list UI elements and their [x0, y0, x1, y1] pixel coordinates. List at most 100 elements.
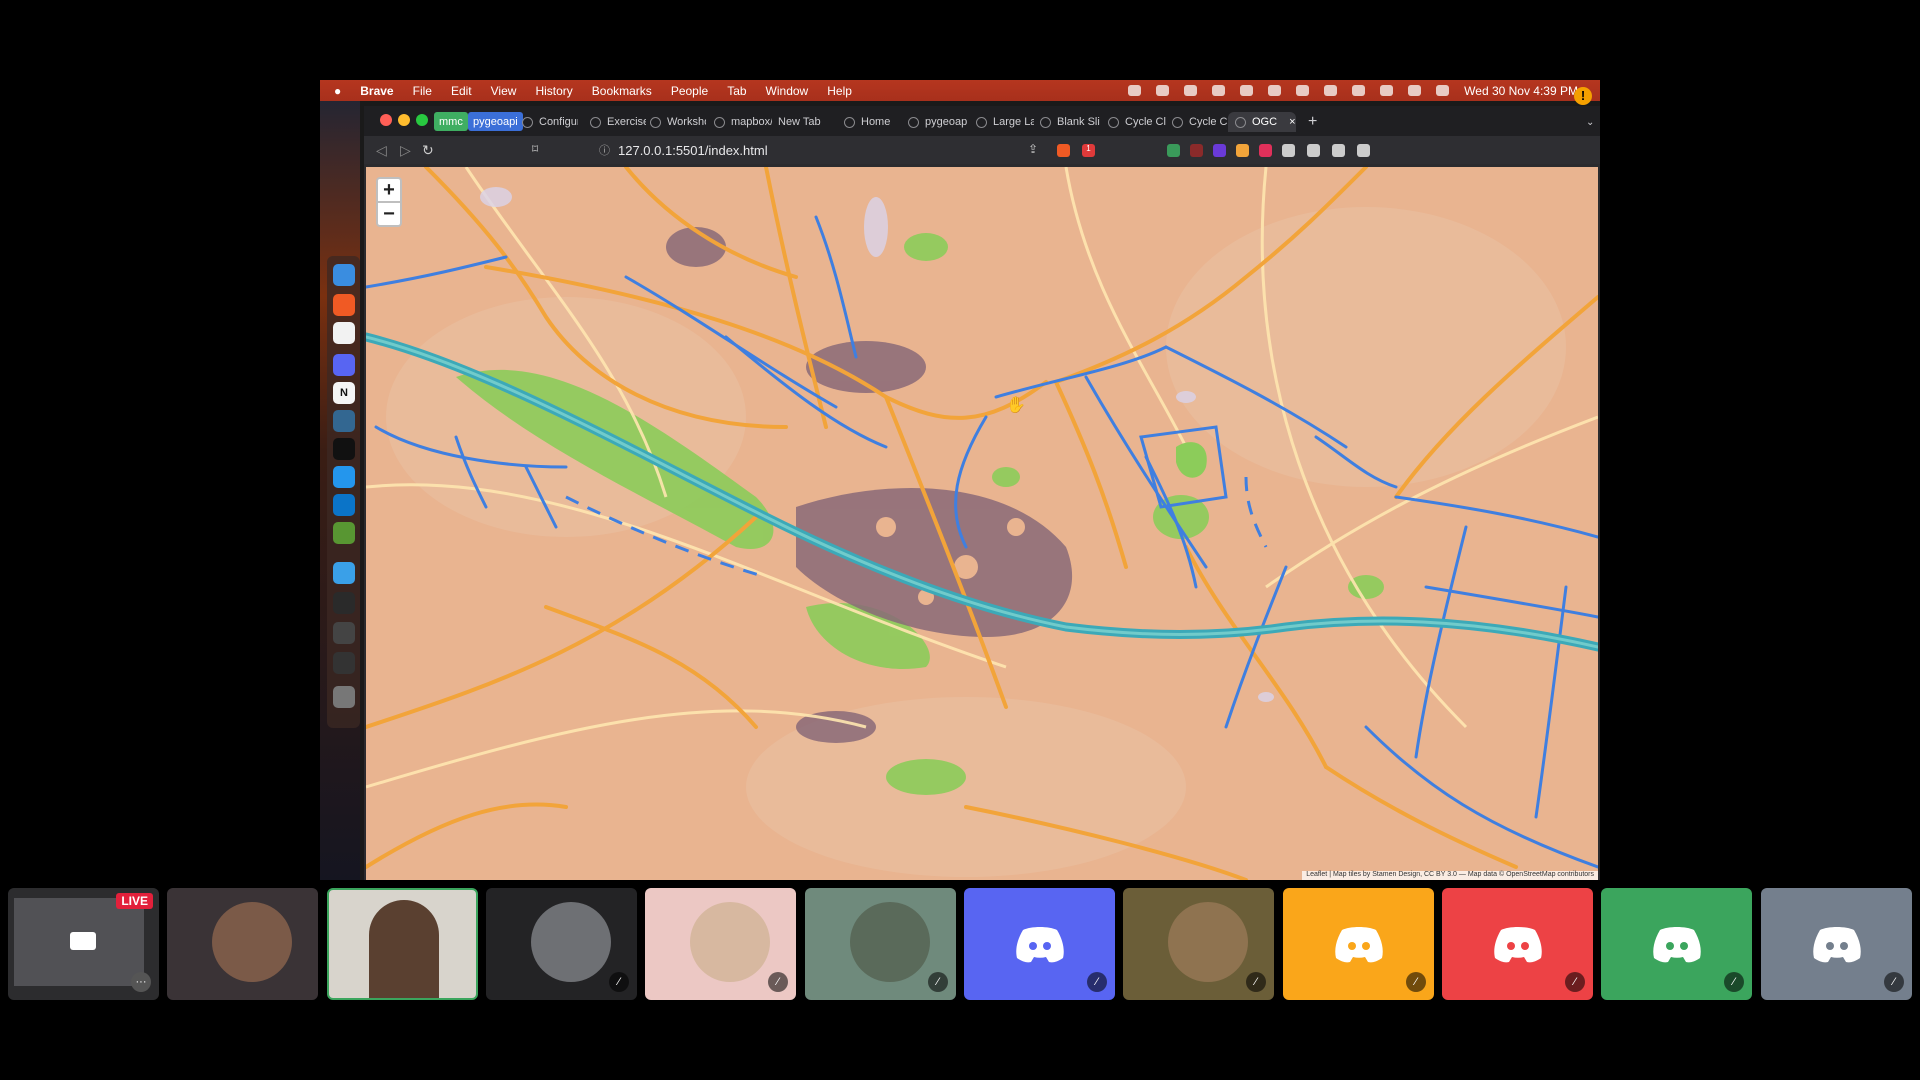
- menu-history[interactable]: History: [535, 84, 572, 98]
- address-bar[interactable]: ⓘ 127.0.0.1:5501/index.html: [599, 139, 1159, 161]
- apple-icon[interactable]: ●: [334, 84, 341, 98]
- brave-icon[interactable]: [333, 294, 355, 316]
- finder-icon[interactable]: [333, 264, 355, 286]
- battery-icon[interactable]: [1324, 85, 1338, 96]
- status-cloud-icon[interactable]: [1156, 85, 1170, 96]
- participant-tile[interactable]: ⁄: [1123, 888, 1274, 1000]
- trash-icon[interactable]: [333, 686, 355, 708]
- tab[interactable]: Configur: [522, 112, 578, 132]
- brave-rewards-icon[interactable]: 1: [1082, 144, 1095, 157]
- address-toolbar: ◁ ▷ ↻ ⌑ ⓘ 127.0.0.1:5501/index.html ⇪ 1: [364, 136, 1600, 164]
- minimized-window-icon[interactable]: [333, 652, 355, 674]
- tab[interactable]: pygeoap: [908, 112, 974, 132]
- tab[interactable]: Home: [844, 112, 896, 132]
- muted-mic-icon: ⁄: [609, 972, 629, 992]
- extension-icon[interactable]: [1167, 144, 1180, 157]
- tab[interactable]: Blank Sli: [1040, 112, 1100, 132]
- map-attribution[interactable]: Leaflet | Map tiles by Stamen Design, CC…: [1302, 871, 1598, 880]
- zoom-in-button[interactable]: +: [376, 177, 402, 203]
- participant-tile[interactable]: ⁄: [645, 888, 796, 1000]
- forward-icon[interactable]: ▷: [400, 142, 411, 159]
- participant-tile[interactable]: ⁄: [486, 888, 637, 1000]
- menu-icon[interactable]: [1357, 144, 1370, 157]
- menu-help[interactable]: Help: [827, 84, 852, 98]
- back-icon[interactable]: ◁: [376, 142, 387, 159]
- menubar-clock[interactable]: Wed 30 Nov 4:39 PM: [1464, 84, 1578, 98]
- tab[interactable]: Cycle Cli: [1172, 112, 1230, 132]
- wifi-icon[interactable]: [1352, 85, 1366, 96]
- participant-tile[interactable]: ⁄: [964, 888, 1115, 1000]
- notes-icon[interactable]: [333, 322, 355, 344]
- qgis-icon[interactable]: [333, 522, 355, 544]
- menu-tab[interactable]: Tab: [727, 84, 746, 98]
- tab[interactable]: Worksho: [650, 112, 706, 132]
- zoom-out-button[interactable]: −: [376, 201, 402, 227]
- extension-icon[interactable]: [1213, 144, 1226, 157]
- tab[interactable]: New Tab: [778, 112, 830, 132]
- tab[interactable]: Exercise: [590, 112, 646, 132]
- vscode-icon[interactable]: [333, 494, 355, 516]
- brave-shields-icon[interactable]: [1057, 144, 1070, 157]
- tab[interactable]: mapbox/: [714, 112, 772, 132]
- leaflet-map[interactable]: + − ✋ Leaflet | Map tiles by Stamen Desi…: [366, 167, 1598, 880]
- tab[interactable]: Large La: [976, 112, 1034, 132]
- downloads-icon[interactable]: [333, 622, 355, 644]
- site-info-icon[interactable]: ⓘ: [599, 142, 610, 158]
- tab-active[interactable]: OGC ×: [1228, 112, 1296, 132]
- participant-video-tile[interactable]: [327, 888, 478, 1000]
- participant-tile[interactable]: ⁄: [1442, 888, 1593, 1000]
- status-record-icon[interactable]: [1128, 85, 1142, 96]
- maximize-window-button[interactable]: [416, 114, 428, 126]
- close-window-button[interactable]: [380, 114, 392, 126]
- tab-favicon-icon: [976, 116, 987, 128]
- menu-file[interactable]: File: [413, 84, 432, 98]
- extension-icon[interactable]: [1259, 144, 1272, 157]
- menu-app-name[interactable]: Brave: [360, 84, 393, 98]
- folder-icon[interactable]: [333, 562, 355, 584]
- docker-icon[interactable]: [333, 466, 355, 488]
- sidebar-icon[interactable]: [1307, 144, 1320, 157]
- shared-screen: ● Brave File Edit View History Bookmarks…: [320, 80, 1600, 880]
- menu-window[interactable]: Window: [766, 84, 809, 98]
- menu-people[interactable]: People: [671, 84, 708, 98]
- tab-group-mmc[interactable]: mmc: [434, 112, 468, 131]
- extension-icon[interactable]: [1236, 144, 1249, 157]
- extension-icon[interactable]: [1190, 144, 1203, 157]
- tab[interactable]: Cycle Cli: [1108, 112, 1166, 132]
- status-fork-icon[interactable]: [1268, 85, 1282, 96]
- menu-edit[interactable]: Edit: [451, 84, 472, 98]
- spotlight-search-icon[interactable]: [1380, 85, 1394, 96]
- puzzle-icon[interactable]: [1282, 144, 1295, 157]
- close-tab-icon[interactable]: ×: [1289, 116, 1295, 128]
- tab-favicon-icon: [1040, 116, 1051, 128]
- terminal-icon[interactable]: [333, 438, 355, 460]
- participant-tile[interactable]: ⁄: [805, 888, 956, 1000]
- participant-tile[interactable]: ⁄: [1283, 888, 1434, 1000]
- tab-group-pygeoapi[interactable]: pygeoapi: [468, 112, 523, 131]
- wallet-icon[interactable]: [1332, 144, 1345, 157]
- discord-logo-icon: [1015, 927, 1064, 963]
- reload-icon[interactable]: ↻: [422, 142, 434, 159]
- participant-tile[interactable]: [167, 888, 318, 1000]
- window-thumbnail-icon[interactable]: [333, 592, 355, 614]
- new-tab-button[interactable]: +: [1308, 112, 1317, 132]
- bookmark-icon[interactable]: ⌑: [532, 142, 538, 156]
- minimize-window-button[interactable]: [398, 114, 410, 126]
- postgres-icon[interactable]: [333, 410, 355, 432]
- control-center-icon[interactable]: [1408, 85, 1422, 96]
- more-options-icon[interactable]: ···: [131, 972, 151, 992]
- menu-bookmarks[interactable]: Bookmarks: [592, 84, 652, 98]
- status-mic-icon[interactable]: [1184, 85, 1198, 96]
- notion-icon[interactable]: N: [333, 382, 355, 404]
- discord-app-icon[interactable]: [333, 354, 355, 376]
- screen-share-tile[interactable]: LIVE ···: [8, 888, 159, 1000]
- menu-view[interactable]: View: [491, 84, 517, 98]
- status-user-icon[interactable]: [1296, 85, 1310, 96]
- participant-tile[interactable]: ⁄: [1601, 888, 1752, 1000]
- share-icon[interactable]: ⇪: [1028, 142, 1038, 156]
- status-play-icon[interactable]: [1240, 85, 1254, 96]
- siri-icon[interactable]: [1436, 85, 1450, 96]
- tab-list-chevron-icon[interactable]: ⌄: [1586, 112, 1594, 132]
- status-moon-icon[interactable]: [1212, 85, 1226, 96]
- participant-tile[interactable]: ⁄: [1761, 888, 1912, 1000]
